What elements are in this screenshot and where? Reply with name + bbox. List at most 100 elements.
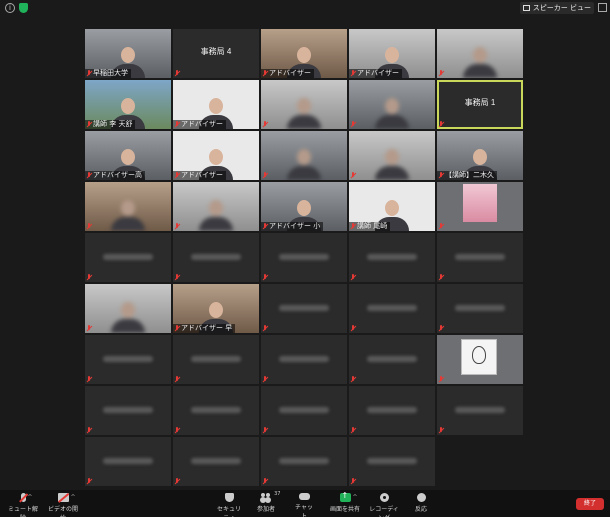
- chevron-up-icon[interactable]: ^: [352, 494, 357, 501]
- start-video-button[interactable]: ^ ビデオの開始: [46, 493, 80, 517]
- participant-tile[interactable]: [261, 284, 347, 333]
- participant-name-label: アドバイザー高: [85, 171, 145, 180]
- participant-tile[interactable]: 講師 尾崎: [349, 182, 435, 231]
- participant-tile[interactable]: [85, 284, 171, 333]
- participant-tile[interactable]: [261, 80, 347, 129]
- participant-display-name: 事務局 1: [464, 98, 496, 107]
- blurred-participant-name: [191, 356, 241, 362]
- microphone-muted-icon: [174, 223, 180, 230]
- chevron-up-icon[interactable]: ^: [27, 494, 32, 501]
- reactions-button[interactable]: 反応: [412, 493, 430, 513]
- blurred-participant-name: [455, 305, 505, 311]
- participant-tile[interactable]: [349, 437, 435, 486]
- participant-video: [375, 98, 409, 129]
- mute-label: ミュート解除: [7, 506, 38, 517]
- participant-tile[interactable]: アドバイザー 早: [173, 284, 259, 333]
- chevron-up-icon[interactable]: ^: [70, 494, 75, 501]
- video-off-icon: ^: [57, 493, 76, 502]
- blurred-participant-name: [367, 356, 417, 362]
- participant-tile[interactable]: [261, 437, 347, 486]
- participant-tile[interactable]: 講師 李 天舒: [85, 80, 171, 129]
- blurred-participant-name: [103, 407, 153, 413]
- participant-tile[interactable]: [437, 284, 523, 333]
- reactions-label: 反応: [414, 506, 427, 513]
- participant-tile[interactable]: [85, 437, 171, 486]
- microphone-muted-icon: [262, 325, 268, 332]
- participant-tile[interactable]: 事務局 1: [437, 80, 523, 129]
- participant-name-label: アドバイザー: [173, 120, 226, 129]
- microphone-muted-icon: [350, 274, 356, 281]
- shield-icon: [224, 493, 234, 502]
- participant-tile[interactable]: [85, 335, 171, 384]
- share-screen-button[interactable]: ^ 画面を共有: [330, 491, 360, 513]
- start-video-label: ビデオの開始: [47, 506, 78, 517]
- participant-tile[interactable]: [349, 233, 435, 282]
- reactions-icon: [416, 493, 426, 502]
- participant-tile[interactable]: [173, 233, 259, 282]
- participant-tile[interactable]: [349, 80, 435, 129]
- blurred-participant-name: [367, 254, 417, 260]
- blurred-participant-name: [279, 254, 329, 260]
- meeting-info-icon[interactable]: i: [5, 3, 15, 13]
- profile-picture: [463, 184, 497, 222]
- participants-icon: 37: [260, 491, 281, 502]
- participant-video: [375, 149, 409, 180]
- participant-tile[interactable]: [85, 182, 171, 231]
- mute-button[interactable]: ^ ミュート解除: [6, 493, 40, 517]
- microphone-muted-icon: [86, 121, 92, 128]
- security-button[interactable]: セキュリティ: [214, 493, 244, 517]
- encryption-shield-icon[interactable]: [19, 3, 28, 13]
- participant-tile[interactable]: [261, 131, 347, 180]
- participant-tile[interactable]: [349, 131, 435, 180]
- participant-tile[interactable]: アドバイザー: [261, 29, 347, 78]
- participant-tile[interactable]: アドバイザー: [349, 29, 435, 78]
- participant-video: [199, 200, 233, 231]
- participant-tile[interactable]: [349, 386, 435, 435]
- participant-tile[interactable]: [437, 29, 523, 78]
- microphone-muted-icon: [262, 70, 268, 77]
- blurred-participant-name: [367, 407, 417, 413]
- participant-tile[interactable]: [349, 335, 435, 384]
- participant-tile[interactable]: [437, 233, 523, 282]
- participant-tile[interactable]: [437, 386, 523, 435]
- view-toggle-button[interactable]: スピーカー ビュー: [519, 2, 594, 14]
- participant-tile[interactable]: アドバイザー 小: [261, 182, 347, 231]
- end-meeting-button[interactable]: 終了: [576, 498, 604, 510]
- participant-tile[interactable]: [173, 335, 259, 384]
- participant-tile[interactable]: アドバイザー高: [85, 131, 171, 180]
- participant-tile[interactable]: 事務局 4: [173, 29, 259, 78]
- grid-view-icon: [522, 5, 530, 11]
- microphone-muted-icon: [174, 376, 180, 383]
- microphone-muted-icon: [438, 427, 444, 434]
- participant-tile[interactable]: [85, 386, 171, 435]
- participant-tile[interactable]: [261, 386, 347, 435]
- participant-tile[interactable]: [173, 437, 259, 486]
- microphone-muted-icon: [262, 172, 268, 179]
- blurred-participant-name: [191, 254, 241, 260]
- participant-tile[interactable]: [261, 335, 347, 384]
- blurred-participant-name: [103, 356, 153, 362]
- participant-tile[interactable]: 【講師】二木久: [437, 131, 523, 180]
- participant-tile[interactable]: アドバイザー: [173, 131, 259, 180]
- meeting-toolbar: ^ ミュート解除 ^ ビデオの開始 セキュリティ 37 参加者 チャット ^ 画…: [0, 490, 610, 517]
- participant-tile[interactable]: [437, 335, 523, 384]
- microphone-muted-icon: [350, 376, 356, 383]
- participants-button[interactable]: 37 参加者: [254, 491, 281, 513]
- fullscreen-icon[interactable]: [598, 3, 607, 12]
- participant-tile[interactable]: [437, 182, 523, 231]
- participant-tile[interactable]: [173, 182, 259, 231]
- microphone-muted-icon: [350, 172, 356, 179]
- participant-tile[interactable]: 早稲田大学: [85, 29, 171, 78]
- blurred-participant-name: [279, 356, 329, 362]
- record-button[interactable]: レコーディング: [368, 493, 400, 517]
- microphone-muted-icon: [86, 478, 92, 485]
- participant-tile[interactable]: [261, 233, 347, 282]
- participant-tile[interactable]: アドバイザー: [173, 80, 259, 129]
- participant-tile[interactable]: [85, 233, 171, 282]
- participant-name-label: 講師 李 天舒: [85, 120, 136, 129]
- microphone-muted-icon: [438, 172, 444, 179]
- chat-button[interactable]: チャット: [293, 493, 315, 517]
- participant-display-name: 事務局 4: [200, 47, 232, 56]
- participant-tile[interactable]: [173, 386, 259, 435]
- participant-tile[interactable]: [349, 284, 435, 333]
